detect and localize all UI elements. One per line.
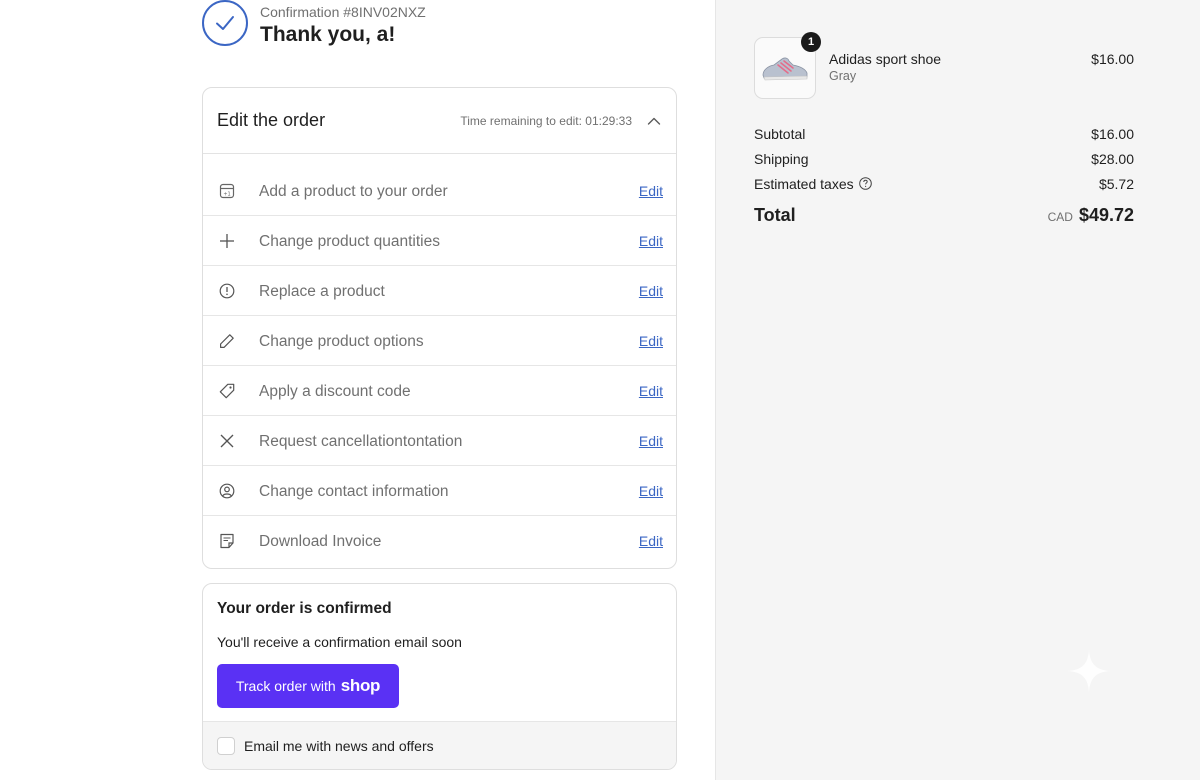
- edit-order-header[interactable]: Edit the order Time remaining to edit: 0…: [203, 88, 676, 154]
- sparkle-icon: [1068, 650, 1110, 692]
- pencil-icon: [217, 331, 237, 351]
- edit-row-product-options[interactable]: Change product options Edit: [203, 316, 676, 366]
- tag-icon: [217, 381, 237, 401]
- subtotal-label: Subtotal: [754, 125, 806, 142]
- shipping-value: $28.00: [1091, 150, 1134, 167]
- edit-row-label: Change product options: [259, 332, 424, 350]
- total-row: Total CAD $49.72: [754, 205, 1134, 226]
- order-confirmed-subtitle: You'll receive a confirmation email soon: [217, 634, 462, 650]
- edit-order-card: Edit the order Time remaining to edit: 0…: [202, 87, 677, 569]
- track-order-button[interactable]: Track order with shop: [217, 664, 399, 708]
- svg-text:+1: +1: [223, 191, 230, 197]
- product-price: $16.00: [1091, 51, 1134, 67]
- edit-row-replace-product[interactable]: Replace a product Edit: [203, 266, 676, 316]
- edit-row-label: Replace a product: [259, 282, 385, 300]
- confirmation-number: Confirmation #8INV02NXZ: [260, 4, 426, 20]
- user-circle-icon: [217, 481, 237, 501]
- edit-link[interactable]: Edit: [639, 233, 663, 249]
- info-icon: [217, 281, 237, 301]
- edit-row-download-invoice[interactable]: Download Invoice Edit: [203, 516, 676, 566]
- checkmark-icon: [202, 0, 248, 46]
- edit-row-label: Request cancellationtontation: [259, 432, 463, 450]
- taxes-value: $5.72: [1098, 175, 1134, 192]
- edit-row-label: Add a product to your order: [259, 182, 448, 200]
- edit-row-label: Change product quantities: [259, 232, 440, 250]
- shoe-icon: [762, 57, 808, 81]
- total-value: $49.72: [1078, 205, 1134, 225]
- product-variant: Gray: [829, 69, 857, 83]
- edit-link[interactable]: Edit: [639, 483, 663, 499]
- edit-row-label: Apply a discount code: [259, 382, 411, 400]
- price-summary: Subtotal $16.00 Shipping $28.00 Estimate…: [754, 121, 1134, 226]
- main-panel: Confirmation #8INV02NXZ Thank you, a! Ed…: [0, 0, 715, 780]
- invoice-icon: [217, 531, 237, 551]
- edit-order-title: Edit the order: [217, 110, 326, 130]
- edit-link[interactable]: Edit: [639, 333, 663, 349]
- edit-link[interactable]: Edit: [639, 383, 663, 399]
- edit-row-cancellation[interactable]: Request cancellationtontation Edit: [203, 416, 676, 466]
- shop-logo: shop: [340, 676, 381, 695]
- product-name: Adidas sport shoe: [829, 51, 942, 67]
- order-confirmed-title: Your order is confirmed: [217, 600, 392, 617]
- newsletter-label[interactable]: Email me with news and offers: [244, 738, 434, 754]
- thank-you-heading: Thank you, a!: [260, 23, 396, 46]
- product-thumbnail: 1: [754, 32, 821, 99]
- order-confirmed-card: Your order is confirmed You'll receive a…: [202, 583, 677, 770]
- time-remaining: Time remaining to edit: 01:29:33: [460, 113, 632, 128]
- summary-product: 1 Adidas sport shoe Gray $16.00: [754, 32, 1134, 99]
- close-icon: [217, 431, 237, 451]
- edit-row-add-product[interactable]: +1 Add a product to your order Edit: [203, 166, 676, 216]
- newsletter-bar: Email me with news and offers: [203, 721, 676, 769]
- edit-link[interactable]: Edit: [639, 433, 663, 449]
- taxes-label: Estimated taxes: [754, 175, 854, 192]
- edit-row-label: Download Invoice: [259, 533, 382, 550]
- edit-row-quantities[interactable]: Change product quantities Edit: [203, 216, 676, 266]
- edit-link[interactable]: Edit: [639, 533, 663, 549]
- quantity-badge: 1: [801, 32, 821, 52]
- edit-row-contact-info[interactable]: Change contact information Edit: [203, 466, 676, 516]
- taxes-row: Estimated taxes $5.72: [754, 171, 1134, 196]
- edit-row-label: Change contact information: [259, 482, 449, 500]
- edit-row-discount[interactable]: Apply a discount code Edit: [203, 366, 676, 416]
- help-icon[interactable]: [858, 176, 872, 190]
- subtotal-row: Subtotal $16.00: [754, 121, 1134, 146]
- shipping-row: Shipping $28.00: [754, 146, 1134, 171]
- order-summary-panel: 1 Adidas sport shoe Gray $16.00 Subtotal…: [715, 0, 1200, 780]
- edit-link[interactable]: Edit: [639, 183, 663, 199]
- confirmation-header: Confirmation #8INV02NXZ Thank you, a!: [202, 0, 426, 48]
- track-order-label: Track order with: [235, 678, 336, 694]
- edit-link[interactable]: Edit: [639, 283, 663, 299]
- shipping-label: Shipping: [754, 150, 809, 167]
- plus-icon: [217, 231, 237, 251]
- add-product-icon: +1: [217, 181, 237, 201]
- subtotal-value: $16.00: [1091, 125, 1134, 142]
- newsletter-checkbox[interactable]: [217, 736, 235, 755]
- chevron-up-icon[interactable]: [646, 113, 662, 129]
- total-label: Total: [754, 205, 796, 225]
- currency-code: CAD: [1047, 210, 1073, 224]
